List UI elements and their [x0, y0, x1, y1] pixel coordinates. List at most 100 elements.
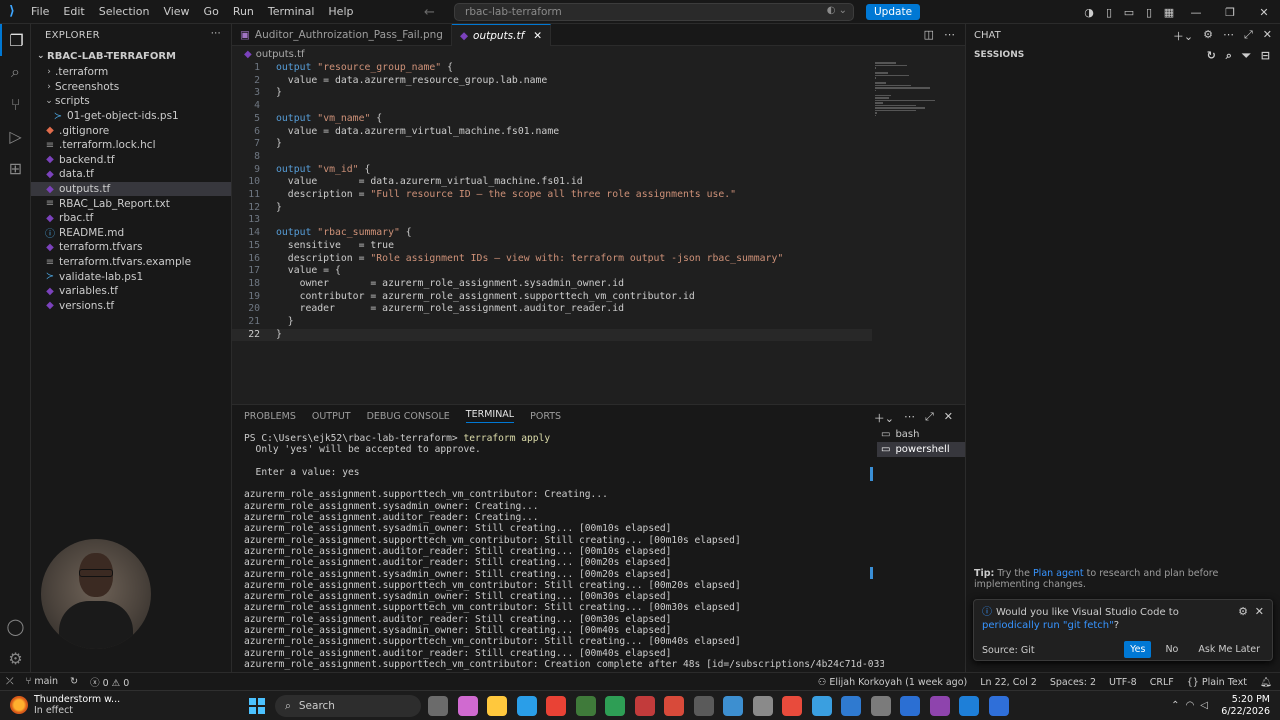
- language-mode[interactable]: {} Plain Text: [1187, 677, 1247, 688]
- taskbar-app-icon[interactable]: [811, 696, 832, 716]
- problems-item[interactable]: ⓧ 0 ⚠ 0: [90, 675, 129, 689]
- new-terminal-icon[interactable]: ＋⌄: [874, 410, 894, 426]
- file-tree-item[interactable]: ≻ 01-get-object-ids.ps1: [31, 109, 231, 124]
- code-line[interactable]: 3}: [232, 87, 872, 100]
- layout-secondary-icon[interactable]: ▯: [1140, 6, 1158, 19]
- more-actions-icon[interactable]: ⋯: [211, 28, 221, 39]
- new-chat-icon[interactable]: ＋⌄: [1173, 28, 1193, 44]
- code-line[interactable]: 5 output "vm_name" {: [232, 113, 872, 126]
- cursor-position[interactable]: Ln 22, Col 2: [980, 677, 1037, 688]
- terminal-output[interactable]: PS C:\Users\ejk52\rbac-lab-terraform> te…: [244, 433, 884, 673]
- code-line[interactable]: 16 description = "Role assignment IDs — …: [232, 253, 872, 266]
- git-blame-item[interactable]: ⚇ Elijah Korkoyah (1 week ago): [818, 677, 967, 688]
- file-tree-item[interactable]: ◆ terraform.tfvars: [31, 240, 231, 255]
- taskbar-app-icon[interactable]: [900, 696, 920, 716]
- maximize-panel-icon[interactable]: ⤢: [925, 410, 934, 426]
- account-icon[interactable]: ◯: [0, 610, 31, 642]
- code-line[interactable]: 21 }: [232, 316, 872, 329]
- taskbar-app-icon[interactable]: [516, 696, 537, 716]
- menu-terminal[interactable]: Terminal: [261, 0, 322, 24]
- code-line[interactable]: 11 description = "Full resource ID — the…: [232, 189, 872, 202]
- yes-button[interactable]: Yes: [1124, 641, 1152, 658]
- search-sessions-icon[interactable]: ⌕: [1226, 49, 1232, 63]
- taskbar-app-icon[interactable]: [841, 696, 861, 716]
- file-tree-item[interactable]: ◆ versions.tf: [31, 299, 231, 314]
- menu-edit[interactable]: Edit: [56, 0, 91, 24]
- taskbar-app-icon[interactable]: [664, 696, 684, 716]
- tab-output[interactable]: OUTPUT: [312, 411, 351, 422]
- menu-go[interactable]: Go: [197, 0, 226, 24]
- menu-help[interactable]: Help: [321, 0, 360, 24]
- file-tree-item[interactable]: ◆ backend.tf: [31, 153, 231, 168]
- file-tree-item[interactable]: ◆ data.tf: [31, 167, 231, 182]
- close-tab-icon[interactable]: ✕: [533, 30, 542, 42]
- code-line[interactable]: 22}: [232, 328, 872, 342]
- file-tree-item[interactable]: ◆ outputs.tf: [31, 181, 231, 197]
- remote-icon[interactable]: ⤫: [6, 676, 14, 687]
- menu-run[interactable]: Run: [226, 0, 261, 24]
- layout-sidebar-icon[interactable]: ▯: [1100, 6, 1118, 19]
- chevron-up-icon[interactable]: ⌃: [1171, 700, 1179, 711]
- file-tree-item[interactable]: ≡ .terraform.lock.hcl: [31, 138, 231, 153]
- file-tree-item[interactable]: › .terraform: [31, 65, 231, 80]
- code-line[interactable]: 4: [232, 100, 872, 113]
- search-icon[interactable]: ⌕: [0, 56, 31, 88]
- terminal-item-bash[interactable]: ▭ bash: [877, 427, 965, 442]
- file-tree-item[interactable]: ◆ variables.tf: [31, 284, 231, 299]
- code-line[interactable]: 12}: [232, 202, 872, 215]
- maximize-icon[interactable]: ❐: [1214, 6, 1246, 19]
- code-line[interactable]: 20 reader = azurerm_role_assignment.audi…: [232, 303, 872, 316]
- explorer-icon[interactable]: ❐: [0, 24, 31, 56]
- code-line[interactable]: 10 value = data.azurerm_virtual_machine.…: [232, 176, 872, 189]
- code-line[interactable]: 1 output "resource_group_name" {: [232, 62, 872, 75]
- menu-view[interactable]: View: [156, 0, 196, 24]
- taskbar-app-icon[interactable]: [693, 696, 714, 716]
- extensions-icon[interactable]: ⊞: [0, 152, 31, 184]
- code-line[interactable]: 13: [232, 214, 872, 227]
- filter-icon[interactable]: ⏷: [1242, 49, 1251, 63]
- back-arrow-icon[interactable]: ←: [424, 5, 435, 20]
- no-button[interactable]: No: [1159, 641, 1184, 658]
- chat-settings-icon[interactable]: ⚙: [1203, 28, 1213, 44]
- file-tree-item[interactable]: ≡ RBAC_Lab_Report.txt: [31, 196, 231, 211]
- taskbar-app-icon[interactable]: [605, 696, 625, 716]
- code-line[interactable]: 7}: [232, 138, 872, 151]
- file-tree-item[interactable]: ≻ validate-lab.ps1: [31, 269, 231, 284]
- ask-me-later-button[interactable]: Ask Me Later: [1192, 641, 1266, 658]
- taskbar-app-icon[interactable]: [959, 696, 979, 716]
- file-tree-item[interactable]: ⌄ scripts: [31, 94, 231, 109]
- tab-terminal[interactable]: TERMINAL: [465, 409, 515, 423]
- terminal-item-powershell[interactable]: ▭ powershell: [877, 442, 965, 457]
- breadcrumb-file[interactable]: outputs.tf: [256, 49, 305, 60]
- layout-panel-icon[interactable]: ▭: [1120, 6, 1138, 19]
- code-line[interactable]: 17 value = {: [232, 265, 872, 278]
- minimap[interactable]: [875, 62, 945, 116]
- tab-debug-console[interactable]: DEBUG CONSOLE: [367, 411, 450, 422]
- panel-more-icon[interactable]: ⋯: [904, 410, 915, 426]
- accounts-icon[interactable]: ◑: [1080, 6, 1098, 19]
- close-chat-icon[interactable]: ✕: [1263, 28, 1272, 44]
- chat-more-icon[interactable]: ⋯: [1223, 28, 1234, 44]
- notifications-bell-icon[interactable]: 🔔︎: [1260, 677, 1272, 688]
- menu-selection[interactable]: Selection: [92, 0, 157, 24]
- menu-file[interactable]: File: [24, 0, 56, 24]
- taskbar-app-icon[interactable]: [782, 696, 802, 716]
- close-panel-icon[interactable]: ✕: [944, 410, 953, 426]
- line-ending[interactable]: CRLF: [1150, 677, 1174, 688]
- code-editor[interactable]: 1 output "resource_group_name" {2 value =…: [232, 62, 965, 402]
- taskbar-app-icon[interactable]: [428, 696, 448, 716]
- taskbar-app-icon[interactable]: [988, 696, 1009, 716]
- customize-layout-icon[interactable]: ▦: [1160, 6, 1178, 19]
- command-center[interactable]: rbac-lab-terraform ◐ ⌄: [454, 3, 854, 21]
- wifi-icon[interactable]: ◠: [1186, 700, 1195, 711]
- taskbar-app-icon[interactable]: [723, 696, 743, 716]
- file-tree-item[interactable]: ⓘ README.md: [31, 226, 231, 241]
- plan-agent-link[interactable]: Plan agent: [1033, 568, 1084, 579]
- workspace-root[interactable]: ⌄ RBAC-LAB-TERRAFORM: [31, 47, 231, 65]
- code-line[interactable]: 15 sensitive = true: [232, 240, 872, 253]
- tab-ports[interactable]: PORTS: [530, 411, 561, 422]
- tab-problems[interactable]: PROBLEMS: [244, 411, 296, 422]
- start-button[interactable]: [249, 698, 265, 714]
- refresh-icon[interactable]: ↻: [1207, 49, 1216, 63]
- code-line[interactable]: 8: [232, 151, 872, 164]
